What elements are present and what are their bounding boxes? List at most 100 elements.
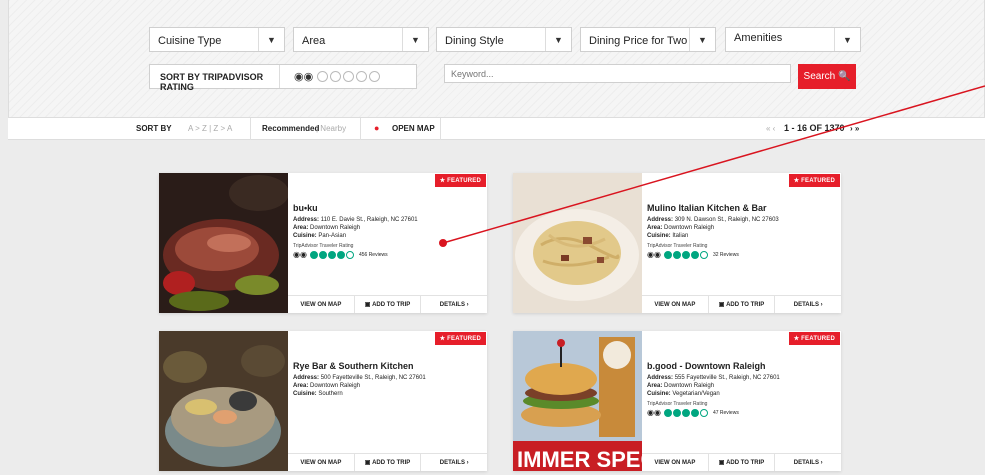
cuisine-line: Cuisine: Southern <box>293 390 483 398</box>
suitcase-icon: ▣ <box>718 460 727 466</box>
restaurant-info: Mulino Italian Kitchen & Bar Address: 30… <box>647 203 837 259</box>
tripadvisor-rating: ◉◉ 32 Reviews <box>647 250 837 259</box>
cuisine-line: Cuisine: Italian <box>647 232 837 240</box>
card-actions: VIEW ON MAP ▣ ADD TO TRIP DETAILS › <box>642 295 841 313</box>
address-line: Address: 309 N. Dawson St., Raleigh, NC … <box>647 216 837 224</box>
amenities-select[interactable]: Amenities ▼ <box>725 27 861 52</box>
open-map-button[interactable]: OPEN MAP <box>392 124 435 133</box>
restaurant-name[interactable]: Rye Bar & Southern Kitchen <box>293 361 483 371</box>
sort-bar: SORT BY A > Z | Z > A Recommended | Near… <box>8 118 985 140</box>
featured-label: FEATURED <box>447 336 481 342</box>
rating-bubble-icon[interactable] <box>317 71 329 82</box>
cuisine-line: Cuisine: Vegetarian/Vegan <box>647 390 837 398</box>
amenities-label: Amenities <box>734 32 783 44</box>
restaurant-name[interactable]: b.good - Downtown Raleigh <box>647 361 837 371</box>
tripadvisor-label: TripAdvisor Traveler Rating <box>647 243 708 249</box>
review-count[interactable]: 32 Reviews <box>713 252 739 258</box>
view-on-map-button[interactable]: VIEW ON MAP <box>642 296 709 313</box>
rating-bubble-icon[interactable] <box>330 71 342 82</box>
restaurant-name[interactable]: Mulino Italian Kitchen & Bar <box>647 203 837 213</box>
featured-label: FEATURED <box>801 336 835 342</box>
rating-filter-bubbles[interactable]: ◉◉ <box>294 70 381 83</box>
suitcase-icon: ▣ <box>364 302 373 308</box>
featured-badge: ★ FEATURED <box>434 332 486 345</box>
rating-bubble-icon[interactable] <box>356 71 368 82</box>
review-count[interactable]: 47 Reviews <box>713 410 739 416</box>
pager-next-button[interactable]: › » <box>850 124 859 133</box>
restaurant-photo[interactable] <box>159 331 288 471</box>
area-line: Area: Downtown Raleigh <box>647 224 837 232</box>
card-actions: VIEW ON MAP ▣ ADD TO TRIP DETAILS › <box>642 453 841 471</box>
details-button[interactable]: DETAILS › <box>775 296 841 313</box>
details-button[interactable]: DETAILS › <box>775 454 841 471</box>
view-on-map-button[interactable]: VIEW ON MAP <box>288 296 355 313</box>
dining-style-select[interactable]: Dining Style ▼ <box>436 27 572 52</box>
address-label: Address: <box>293 217 320 223</box>
area-label: Area: <box>293 225 309 231</box>
add-to-trip-button[interactable]: ▣ ADD TO TRIP <box>355 454 422 471</box>
tripadvisor-owl-icon: ◉◉ <box>647 250 661 259</box>
address-label: Address: <box>647 217 674 223</box>
details-button[interactable]: DETAILS › <box>421 454 487 471</box>
tripadvisor-rating: ◉◉ 456 Reviews <box>293 250 483 259</box>
chevron-down-icon: ▼ <box>258 28 284 51</box>
address-value: 500 Fayetteville St., Raleigh, NC 27601 <box>320 375 426 381</box>
tripadvisor-rating-sort[interactable]: SORT BY TRIPADVISOR RATING ◉◉ <box>149 64 417 92</box>
rating-bubble-icon <box>672 250 681 259</box>
rating-bubble-icon[interactable] <box>369 71 381 82</box>
view-on-map-button[interactable]: VIEW ON MAP <box>288 454 355 471</box>
restaurant-card[interactable]: ★ FEATURED Mulino Italian Kitchen & Bar … <box>513 173 841 313</box>
area-select[interactable]: Area ▼ <box>293 27 429 52</box>
cuisine-label: Cuisine: <box>647 233 671 239</box>
recommended-link[interactable]: Recommended <box>262 124 319 133</box>
area-line: Area: Downtown Raleigh <box>647 382 837 390</box>
add-to-trip-label: ADD TO TRIP <box>726 459 765 466</box>
rating-bubble-icon <box>336 250 345 259</box>
area-value: Downtown Raleigh <box>310 383 361 389</box>
cuisine-label: Cuisine: <box>647 391 671 397</box>
dining-price-select[interactable]: Dining Price for Two ▼ <box>580 27 716 52</box>
pager-prev-button[interactable]: « ‹ <box>766 124 775 133</box>
rating-bubble-icon <box>681 408 690 417</box>
restaurant-name[interactable]: bu•ku <box>293 203 483 213</box>
restaurant-photo[interactable]: IMMER SPEC <box>513 331 642 471</box>
review-count[interactable]: 456 Reviews <box>359 252 388 258</box>
featured-label: FEATURED <box>801 178 835 184</box>
add-to-trip-button[interactable]: ▣ ADD TO TRIP <box>355 296 422 313</box>
area-line: Area: Downtown Raleigh <box>293 224 483 232</box>
rating-bubble-icon <box>309 250 318 259</box>
area-value: Downtown Raleigh <box>664 383 715 389</box>
divider <box>250 118 251 140</box>
restaurant-card[interactable]: ★ FEATURED bu•ku Address: 110 E. Davie S… <box>159 173 487 313</box>
card-actions: VIEW ON MAP ▣ ADD TO TRIP DETAILS › <box>288 453 487 471</box>
featured-badge: ★ FEATURED <box>434 174 486 187</box>
alpha-sort-link[interactable]: A > Z | Z > A <box>188 124 232 133</box>
details-button[interactable]: DETAILS › <box>421 296 487 313</box>
restaurant-card[interactable]: IMMER SPEC ★ FEATURED b.good - Downtown … <box>513 331 841 471</box>
cuisine-line: Cuisine: Pan-Asian <box>293 232 483 240</box>
rating-bubble-icon <box>699 408 708 417</box>
filter-panel: Cuisine Type ▼ Area ▼ Dining Style ▼ Din… <box>8 0 985 118</box>
restaurant-photo[interactable] <box>513 173 642 313</box>
divider <box>440 118 441 140</box>
restaurant-photo[interactable] <box>159 173 288 313</box>
restaurant-info: bu•ku Address: 110 E. Davie St., Raleigh… <box>293 203 483 259</box>
rating-bubble-icon <box>327 250 336 259</box>
rating-bubble-icon <box>663 250 672 259</box>
view-on-map-button[interactable]: VIEW ON MAP <box>642 454 709 471</box>
rating-bubble-icon[interactable] <box>343 71 355 82</box>
address-label: Address: <box>293 375 320 381</box>
add-to-trip-label: ADD TO TRIP <box>372 459 411 466</box>
tripadvisor-owl-icon: ◉◉ <box>294 71 314 83</box>
add-to-trip-button[interactable]: ▣ ADD TO TRIP <box>709 454 776 471</box>
nearby-link[interactable]: | Nearby <box>316 124 346 133</box>
address-value: 555 Fayetteville St., Raleigh, NC 27601 <box>674 375 780 381</box>
keyword-input[interactable] <box>444 64 791 83</box>
dining-style-label: Dining Style <box>445 35 504 47</box>
add-to-trip-button[interactable]: ▣ ADD TO TRIP <box>709 296 776 313</box>
rating-bubble-icon <box>672 408 681 417</box>
restaurant-card[interactable]: ★ FEATURED Rye Bar & Southern Kitchen Ad… <box>159 331 487 471</box>
cuisine-type-select[interactable]: Cuisine Type ▼ <box>149 27 285 52</box>
add-to-trip-label: ADD TO TRIP <box>726 301 765 308</box>
search-button[interactable]: Search 🔍 <box>798 64 856 89</box>
